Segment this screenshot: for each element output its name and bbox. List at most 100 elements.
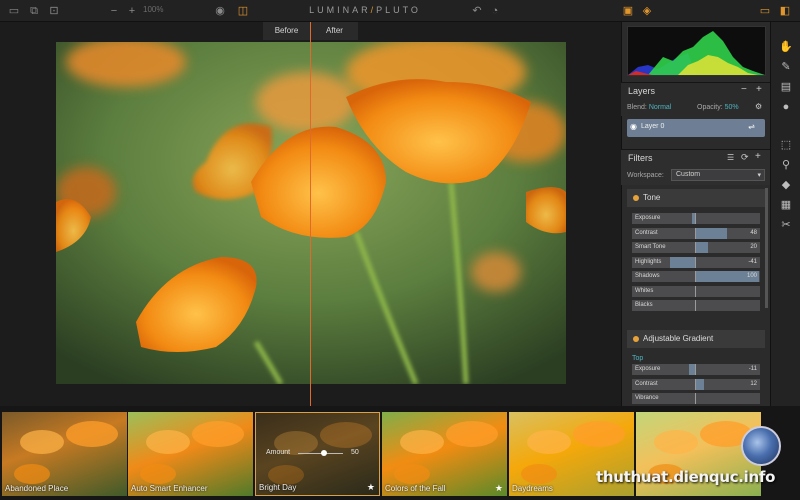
presets-icon[interactable]: ▣ [621,4,635,18]
layer-settings-icon[interactable]: ⚙ [755,102,762,111]
photo-canvas[interactable] [56,42,566,384]
layers-title: Layers [628,86,656,96]
amount-knob[interactable] [321,450,327,456]
visibility-icon[interactable]: ◉ [630,122,637,131]
gradient-sub-label: Top [632,355,644,362]
add-layer-icon[interactable]: + [756,84,762,95]
slider-label: Contrast [635,229,658,236]
gradient-filter-header[interactable]: Adjustable Gradient [627,330,765,348]
brush-icon[interactable]: ✎ [779,60,793,74]
preset-name: Auto Smart Enhancer [131,484,208,493]
poppy-photo [56,42,566,384]
chevron-down-icon: ▾ [757,172,761,179]
tone-filter-header[interactable]: Tone [627,189,765,207]
tool-strip: ✋ ✎ ▤ ● ⬚ ⚲ ◆ ▦ ✂ [770,22,800,406]
after-label[interactable]: After [311,22,358,40]
transform-icon[interactable]: ⬚ [779,138,793,152]
add-filter-icon[interactable]: + [755,151,761,162]
gradient-slider-vibrance[interactable]: Vibrance [632,393,760,404]
tone-slider-whites[interactable]: Whites [632,285,760,297]
tone-slider-highlights[interactable]: Highlights -41 [632,256,760,268]
slider-center [695,378,696,390]
globe-logo [741,426,781,466]
history-icon[interactable]: ◔ [488,4,502,18]
slider-label: Smart Tone [635,244,666,250]
app-title: LUMINAR/PLUTO [309,5,421,15]
undo-icon[interactable]: ↶ [470,4,484,18]
before-after-divider[interactable] [310,22,311,406]
folder-icon[interactable]: ▭ [7,4,21,18]
tone-slider-blacks[interactable]: Blacks [632,300,760,311]
opacity[interactable]: Opacity: 50% [697,104,739,111]
slider-value: 12 [750,380,757,387]
slider-center [695,256,696,268]
panel-scrollbar[interactable] [765,188,768,308]
preset-thumbnail[interactable]: Colors of the Fall ★ [382,412,507,496]
slider-label: Whites [635,287,654,294]
slider-value: 48 [750,229,757,236]
filters-section: Filters ☰ ⟳ + Workspace: Custom ▾ [621,149,770,185]
gradient-slider-contrast[interactable]: Contrast 12 [632,378,760,390]
preview-eye-icon[interactable]: ◉ [213,4,227,18]
filter-list-icon[interactable]: ☰ [727,153,734,162]
star-icon[interactable]: ★ [495,483,503,494]
refresh-icon[interactable]: ⟳ [741,152,749,163]
amount-value: 50 [351,449,359,456]
filter-active-dot[interactable] [633,195,639,201]
eraser-icon[interactable]: ◆ [779,178,793,192]
slider-fill [670,256,696,268]
preset-thumbnail[interactable]: Abandoned Place [2,412,127,496]
sidebar-toggle-icon[interactable]: ◧ [778,4,792,18]
tone-slider-shadows[interactable]: Shadows 100 [632,271,760,282]
tone-filter-title: Tone [643,193,661,202]
slider-label: Vibrance [635,395,659,401]
noise-icon[interactable]: ▦ [779,198,793,212]
amount-label: Amount [266,449,291,456]
slider-value: -41 [748,258,757,265]
slider-fill [696,242,708,253]
filter-active-dot[interactable] [633,336,639,342]
radial-mask-icon[interactable]: ● [779,100,793,114]
clone-stamp-icon[interactable]: ⚲ [779,158,793,172]
compare-icon[interactable]: ◫ [236,4,250,18]
gradient-slider-exposure[interactable]: Exposure -11 [632,364,760,375]
preset-thumbnail[interactable]: Bright Day ★ Amount 50 [255,412,380,496]
preset-thumbnail[interactable]: Auto Smart Enhancer [128,412,253,496]
panel-toggle-icon[interactable]: ▭ [758,4,772,18]
slider-fill [696,227,727,239]
tone-slider-smart-tone[interactable]: Smart Tone 20 [632,242,760,253]
zoom-in-icon[interactable]: + [125,4,139,18]
zoom-out-icon[interactable]: − [107,4,121,18]
gradient-mask-icon[interactable]: ▤ [779,80,793,94]
preset-name: Bright Day [259,483,297,492]
slider-center [695,242,696,253]
slider-center [695,271,696,282]
before-label[interactable]: Before [263,22,310,40]
hand-icon[interactable]: ✋ [779,40,793,54]
star-icon[interactable]: ★ [367,482,375,493]
slider-fill [696,378,704,390]
slider-center [695,300,696,311]
slider-label: Shadows [635,273,660,279]
tone-slider-contrast[interactable]: Contrast 48 [632,227,760,239]
layers-section: Layers − + Blend: Normal Opacity: 50% ⚙ [621,82,770,116]
slider-label: Exposure [635,215,661,221]
slider-value: 100 [746,273,757,279]
workspace-select[interactable]: Custom ▾ [671,169,765,181]
tone-slider-exposure[interactable]: Exposure [632,213,760,224]
export-icon[interactable]: ⧉ [27,4,41,18]
layers-stack-icon[interactable]: ◈ [640,4,654,18]
amount-slider[interactable]: Amount 50 [266,449,371,456]
crop-icon[interactable]: ⊡ [47,4,61,18]
gradient-filter-title: Adjustable Gradient [643,334,714,343]
blend-mode[interactable]: Blend: Normal [627,104,671,111]
collapse-icon[interactable]: − [741,84,747,95]
layer-adjust-icon[interactable]: ⇌ [748,122,755,131]
crop-scissors-icon[interactable]: ✂ [779,218,793,232]
slider-label: Blacks [635,302,653,308]
histogram [627,26,766,76]
app-window: ▭ ⧉ ⊡ − + 100% ◉ ◫ LUMINAR/PLUTO ↶ ◔ ▣ ◈… [0,0,800,500]
layer-row[interactable]: ◉ Layer 0 ⇌ [627,119,765,137]
zoom-level[interactable]: 100% [143,5,163,14]
slider-center [695,393,696,404]
